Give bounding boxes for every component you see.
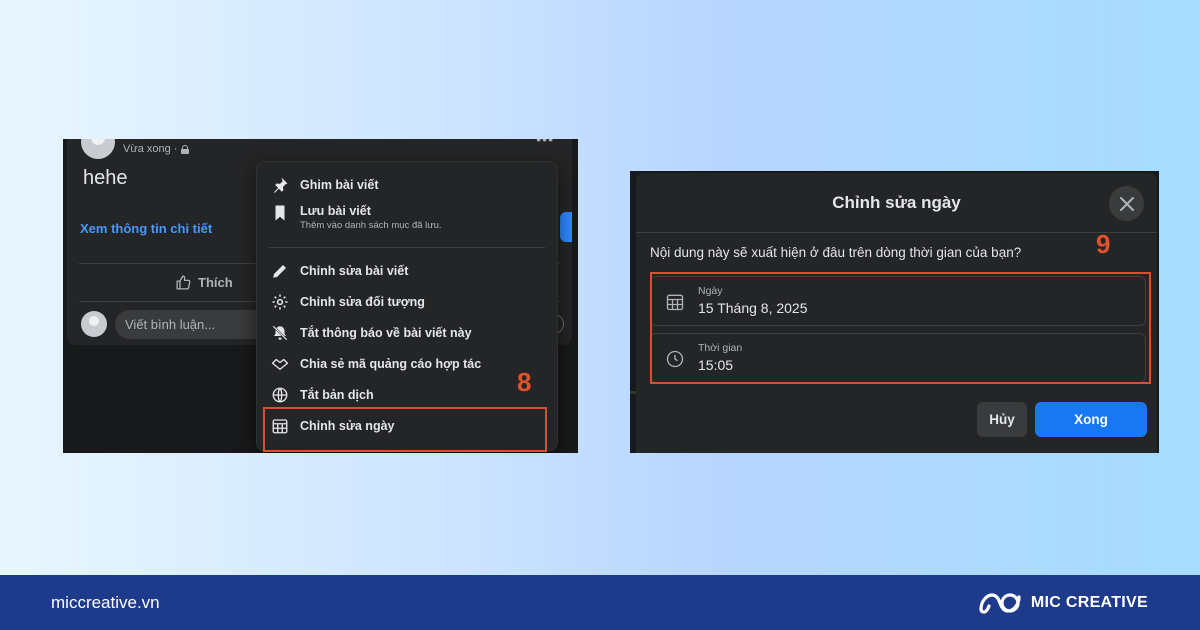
menu-item-label: Chỉnh sửa bài viết — [300, 264, 409, 278]
gear-icon — [272, 294, 288, 310]
cancel-button[interactable]: Hủy — [977, 402, 1027, 437]
handshake-icon — [271, 358, 289, 370]
lock-icon — [181, 144, 190, 154]
menu-item-share-ad-code[interactable]: Chia sẻ mã quảng cáo hợp tác — [271, 351, 547, 377]
brand: MIC CREATIVE — [977, 589, 1148, 617]
view-details-link[interactable]: Xem thông tin chi tiết — [80, 221, 212, 236]
menu-item-edit-post[interactable]: Chỉnh sửa bài viết — [271, 258, 547, 284]
bookmark-icon — [275, 205, 285, 221]
edit-date-dialog: Chỉnh sửa ngày Nội dung này sẽ xuất hiện… — [636, 173, 1157, 453]
like-label: Thích — [198, 275, 233, 290]
menu-item-save-post[interactable]: Lưu bài viết Thêm vào danh sách mục đã l… — [271, 204, 547, 238]
dialog-question: Nội dung này sẽ xuất hiện ở đâu trên dòn… — [650, 245, 1022, 260]
menu-item-label: Tắt bản dịch — [300, 388, 374, 402]
menu-item-label: Ghim bài viết — [300, 178, 379, 192]
mic-creative-logo-icon — [979, 593, 1021, 614]
dialog-title: Chỉnh sửa ngày — [832, 193, 961, 212]
post-status: Vừa xong · — [123, 143, 178, 155]
menu-item-pin-post[interactable]: Ghim bài viết — [271, 172, 547, 198]
dialog-divider — [636, 232, 1157, 233]
menu-item-label: Lưu bài viết — [300, 204, 371, 218]
thumbs-up-icon — [176, 275, 191, 290]
step-number: 8 — [517, 367, 532, 397]
post-menu-screenshot: Vừa xong · ••• hehe Xem thông tin chi ti… — [63, 139, 578, 453]
commenter-avatar — [81, 311, 107, 337]
post-meta: Vừa xong · — [123, 143, 190, 155]
more-options-icon[interactable]: ••• — [536, 139, 554, 147]
bell-off-icon — [272, 325, 288, 341]
menu-item-mute-notifications[interactable]: Tắt thông báo về bài viết này — [271, 320, 547, 346]
step-number: 9 — [1096, 229, 1111, 259]
brand-name: MIC CREATIVE — [1030, 594, 1148, 611]
close-icon — [1119, 196, 1134, 211]
globe-icon — [272, 387, 288, 403]
website-link[interactable]: miccreative.vn — [51, 593, 160, 613]
menu-item-edit-audience[interactable]: Chỉnh sửa đối tượng — [271, 289, 547, 315]
avatar[interactable] — [81, 139, 115, 159]
highlight-box — [263, 407, 547, 452]
post-text: hehe — [83, 167, 128, 189]
boost-button[interactable] — [560, 212, 572, 242]
footer-bar: miccreative.vn MIC CREATIVE — [0, 575, 1200, 630]
pin-icon — [274, 177, 288, 193]
menu-divider — [269, 247, 545, 248]
menu-item-label: Chia sẻ mã quảng cáo hợp tác — [300, 357, 482, 371]
close-button[interactable] — [1109, 186, 1144, 221]
done-button[interactable]: Xong — [1035, 402, 1147, 437]
menu-item-turn-off-translation[interactable]: Tắt bản dịch — [271, 382, 547, 408]
edit-date-screenshot: Chỉnh sửa ngày Nội dung này sẽ xuất hiện… — [630, 171, 1159, 453]
highlight-box — [650, 272, 1151, 384]
menu-item-label: Chỉnh sửa đối tượng — [300, 295, 425, 309]
pencil-icon — [273, 265, 286, 278]
like-button[interactable]: Thích — [175, 274, 233, 291]
menu-item-label: Tắt thông báo về bài viết này — [300, 326, 472, 340]
menu-item-sublabel: Thêm vào danh sách mục đã lưu. — [300, 220, 442, 231]
